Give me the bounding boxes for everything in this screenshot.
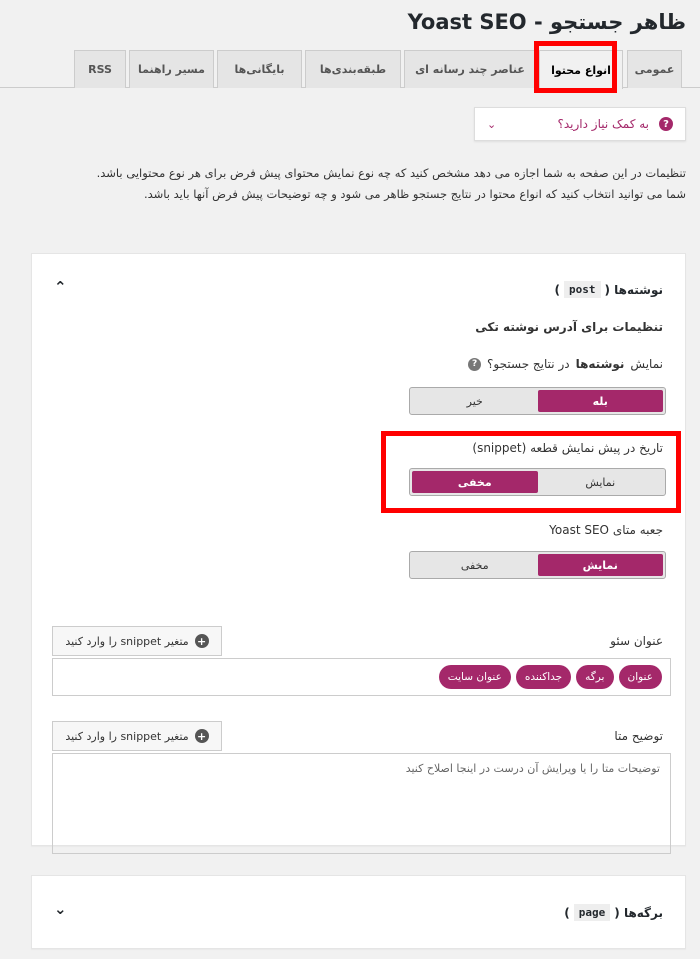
show-label-post: در نتایج جستجو؟ [487,357,570,371]
meta-desc-label: توضیح متا [614,729,663,743]
plus-icon: + [194,729,209,743]
tab-archives[interactable]: بایگانی‌ها [217,50,302,88]
insert-snippet-label: متغیر snippet را وارد کنید [65,634,189,648]
card-title-posts[interactable]: نوشته‌ها ( post ) [555,281,663,298]
plus-icon: + [194,634,209,648]
toggle-yes[interactable]: بله [537,390,663,412]
post-type-code: post [564,281,601,298]
card-title-text: برگه‌ها ( [614,905,663,920]
chevron-down-icon[interactable]: ⌄ [54,900,67,918]
card-title-pages[interactable]: برگه‌ها ( page ) [564,904,663,921]
question-icon: ? [659,117,673,131]
variable-pill[interactable]: برگه [576,665,614,689]
variable-pill[interactable]: عنوان سایت [438,665,511,689]
insert-snippet-label: متغیر snippet را وارد کنید [65,729,189,743]
metabox-toggle: نمایش مخفی [409,551,666,579]
post-type-card-pages: برگه‌ها ( page ) ⌄ [31,875,686,949]
toggle-show[interactable]: نمایش [538,471,664,493]
meta-desc-field[interactable]: توضیحات متا را یا ویرایش آن درست در اینج… [52,753,671,854]
seo-title-field[interactable]: عنوان برگه جداکننده عنوان سایت [52,658,671,696]
toggle-hide[interactable]: مخفی [412,554,538,576]
tab-bar: عمومی انواع محتوا عناصر چند رسانه ای طبق… [0,50,700,89]
date-snippet-label: تاریخ در پیش نمایش قطعه (snippet) [472,441,663,455]
metabox-label: جعبه متای Yoast SEO [549,523,663,537]
tab-content-types[interactable]: انواع محتوا [539,50,623,89]
tab-media[interactable]: عناصر چند رسانه ای [404,50,536,88]
variable-pill[interactable]: عنوان [618,665,662,689]
chevron-down-icon: ⌄ [487,117,497,131]
post-type-card-posts: نوشته‌ها ( post ) ⌃ تنظیمات برای آدرس نو… [31,253,686,854]
show-label-bold: نوشته‌ها [575,357,625,371]
card-title-end: ) [564,905,570,920]
post-type-code: page [573,904,611,921]
subheading: تنظیمات برای آدرس نوشته تکی [475,320,663,334]
page-title: ظاهر جستجو - Yoast SEO [407,10,686,34]
tab-breadcrumbs[interactable]: مسیر راهنما [129,50,214,88]
seo-title-label: عنوان سئو [610,634,663,648]
tab-taxonomies[interactable]: طبقه‌بندی‌ها [305,50,401,88]
chevron-up-icon[interactable]: ⌃ [54,278,67,296]
help-toggle[interactable]: ? به کمک نیاز دارید؟ ⌄ [474,107,686,141]
intro-text: تنظیمات در این صفحه به شما اجازه می دهد … [96,166,686,201]
toggle-hide[interactable]: مخفی [412,471,538,493]
show-in-search-toggle: بله خیر [409,387,666,415]
card-title-text: نوشته‌ها ( [604,282,664,297]
toggle-show[interactable]: نمایش [537,554,663,576]
tab-general[interactable]: عمومی [627,50,682,88]
tab-rss[interactable]: RSS [74,50,126,88]
show-in-search-label: نمایش نوشته‌ها در نتایج جستجو؟ ? [468,357,663,371]
insert-snippet-button[interactable]: + متغیر snippet را وارد کنید [52,721,222,751]
toggle-no[interactable]: خیر [412,390,538,412]
help-label: به کمک نیاز دارید؟ [557,117,650,131]
show-label-pre: نمایش [630,357,663,371]
card-title-end: ) [554,282,560,297]
insert-snippet-button[interactable]: + متغیر snippet را وارد کنید [52,626,222,656]
date-snippet-toggle: نمایش مخفی [409,468,666,496]
help-icon[interactable]: ? [468,357,482,371]
variable-pill[interactable]: جداکننده [515,665,572,689]
